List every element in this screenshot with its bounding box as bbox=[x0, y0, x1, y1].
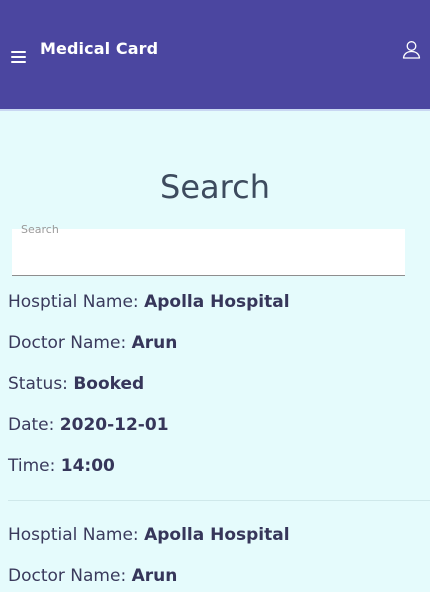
doctor-row: Doctor Name: Arun bbox=[8, 332, 177, 354]
app-header: Medical Card bbox=[0, 0, 430, 111]
status-row: Status: Booked bbox=[8, 373, 144, 395]
hospital-label: Hosptial Name: bbox=[8, 525, 139, 545]
hospital-row: Hosptial Name: Apolla Hospital bbox=[8, 291, 290, 313]
app-title: Medical Card bbox=[40, 39, 159, 58]
doctor-label: Doctor Name: bbox=[8, 333, 127, 353]
search-label: Search bbox=[21, 223, 59, 236]
hamburger-menu-icon[interactable] bbox=[11, 51, 26, 63]
doctor-value: Arun bbox=[131, 333, 178, 353]
doctor-value: Arun bbox=[131, 566, 178, 586]
status-value: Booked bbox=[73, 374, 145, 394]
page-title: Search bbox=[160, 168, 270, 206]
date-value: 2020-12-01 bbox=[59, 415, 169, 435]
time-value: 14:00 bbox=[60, 456, 115, 476]
status-label: Status: bbox=[8, 374, 68, 394]
hospital-label: Hosptial Name: bbox=[8, 292, 139, 312]
search-input[interactable] bbox=[20, 243, 399, 271]
search-field[interactable]: Search bbox=[12, 223, 405, 276]
hospital-value: Apolla Hospital bbox=[144, 525, 290, 545]
hospital-value: Apolla Hospital bbox=[144, 292, 290, 312]
time-row: Time: 14:00 bbox=[8, 455, 115, 477]
hospital-row: Hosptial Name: Apolla Hospital bbox=[8, 524, 290, 546]
doctor-row: Doctor Name: Arun bbox=[8, 565, 177, 587]
user-profile-icon[interactable] bbox=[402, 40, 421, 59]
time-label: Time: bbox=[8, 456, 56, 476]
doctor-label: Doctor Name: bbox=[8, 566, 127, 586]
record-divider bbox=[8, 500, 430, 501]
date-label: Date: bbox=[8, 415, 55, 435]
date-row: Date: 2020-12-01 bbox=[8, 414, 169, 436]
